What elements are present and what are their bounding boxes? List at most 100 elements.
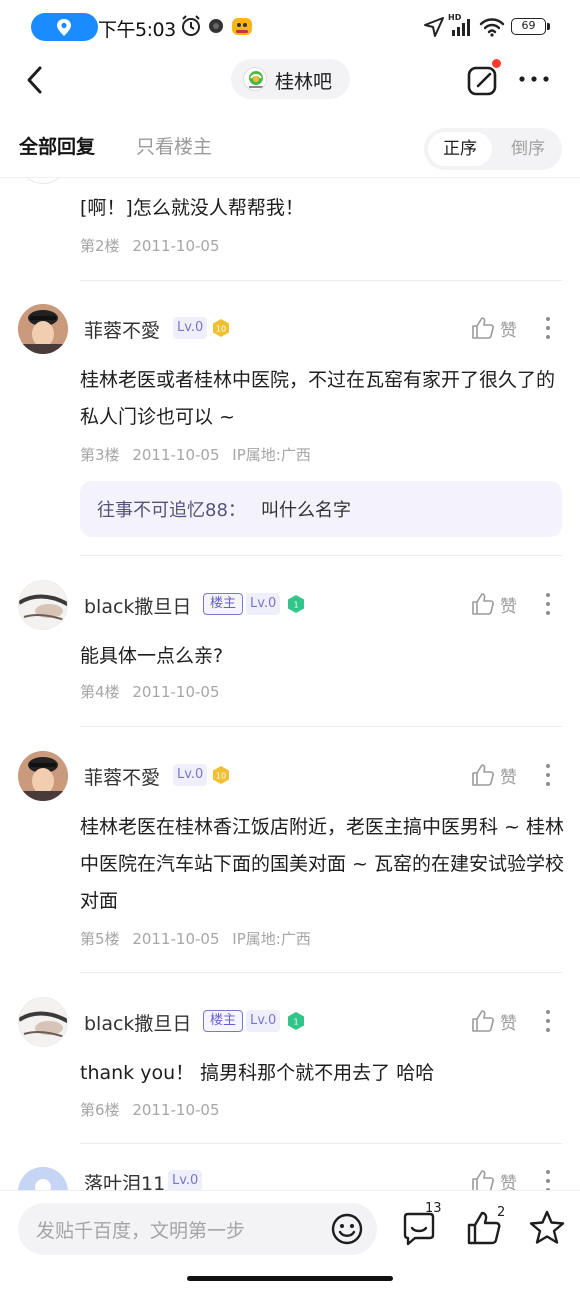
like-count: 2 — [497, 1205, 506, 1220]
ip-location: IP属地:广西 — [232, 930, 311, 948]
avatar[interactable] — [18, 178, 68, 184]
kebab-menu-icon[interactable] — [544, 592, 552, 616]
op-badge: 楼主 — [203, 1010, 244, 1032]
forum-name: 桂林吧 — [275, 71, 333, 93]
op-badge: 楼主 — [203, 593, 244, 615]
tab-all-replies[interactable]: 全部回复 — [19, 132, 95, 159]
reply-content: 桂林老医或者桂林中医院，不过在瓦窑有家开了很久了的私人门诊也可以 ~ — [80, 369, 556, 428]
reply-date: 2011-10-05 — [132, 446, 220, 464]
gold-badge-icon: 10 — [213, 319, 229, 337]
avatar-image — [18, 751, 68, 801]
username[interactable]: 落叶泪11 — [84, 1169, 165, 1190]
kebab-menu-icon[interactable] — [544, 1009, 552, 1033]
alarm-icon — [182, 15, 200, 36]
reply-date: 2011-10-05 — [132, 930, 220, 948]
username[interactable]: black撒旦日 — [84, 592, 191, 619]
like-icon[interactable] — [471, 316, 495, 340]
avatar-image — [19, 581, 67, 629]
avatar[interactable] — [18, 304, 68, 354]
nav-bar: 桂林吧 — [0, 54, 580, 106]
like-icon[interactable] — [471, 592, 495, 616]
green-badge-icon: 1 — [288, 1012, 304, 1030]
username[interactable]: black撒旦日 — [84, 1009, 191, 1036]
forum-chip[interactable]: 桂林吧 — [231, 59, 350, 99]
reply-list[interactable]: [啊！]怎么就没人帮帮我！ 第2楼 2011-10-05 菲蓉不愛 Lv.0 1… — [0, 178, 580, 1190]
reply-date: 2011-10-05 — [132, 1101, 220, 1119]
username[interactable]: 菲蓉不愛 — [84, 763, 160, 790]
star-icon[interactable] — [528, 1209, 566, 1247]
level-badge: Lv.0 — [246, 593, 281, 615]
level-badge: Lv.0 — [246, 1010, 281, 1032]
comment-count: 13 — [425, 1201, 442, 1216]
divider — [80, 555, 562, 556]
floor-number: 第5楼 — [80, 930, 120, 948]
badge-number: 1 — [293, 1018, 298, 1027]
divider — [80, 972, 562, 973]
location-pin-icon — [57, 19, 71, 36]
forum-logo — [243, 67, 267, 91]
back-button[interactable] — [20, 62, 52, 98]
username[interactable]: 菲蓉不愛 — [84, 316, 160, 343]
kebab-menu-icon[interactable] — [544, 1169, 552, 1190]
avatar[interactable] — [18, 751, 68, 801]
level-honor-badge: 10 — [211, 318, 231, 338]
badge-number: 10 — [216, 325, 226, 334]
reply-content: 桂林老医在桂林香江饭店附近，老医主搞中医男科 ~ 桂林中医院在汽车站下面的国美对… — [80, 816, 565, 912]
app-notification-icon — [209, 19, 223, 33]
reply-meta: 第2楼 2011-10-05 — [80, 235, 228, 256]
order-asc-button[interactable]: 正序 — [428, 132, 492, 166]
avatar[interactable] — [18, 580, 68, 630]
tab-op-only[interactable]: 只看楼主 — [136, 132, 212, 159]
like-label[interactable]: 赞 — [500, 763, 517, 788]
order-desc-button[interactable]: 倒序 — [498, 132, 558, 166]
reply-meta: 第3楼 2011-10-05 IP属地:广西 — [80, 444, 319, 465]
bottom-bar: 发贴千百度，文明第一步 13 2 — [0, 1190, 580, 1289]
like-label[interactable]: 赞 — [500, 1169, 517, 1190]
divider — [80, 1143, 562, 1144]
emoji-button[interactable] — [330, 1212, 364, 1246]
navigation-arrow-icon — [424, 17, 444, 37]
reply-input[interactable]: 发贴千百度，文明第一步 — [18, 1203, 377, 1255]
badge-number: 10 — [216, 772, 226, 781]
like-label[interactable]: 赞 — [500, 316, 517, 341]
sort-order-toggle: 正序 倒序 — [424, 128, 562, 170]
reply-content: [啊！]怎么就没人帮帮我！ — [80, 197, 304, 219]
level-honor-badge: 1 — [286, 1011, 306, 1031]
sub-reply-user[interactable]: 往事不可追忆88： — [97, 496, 246, 522]
avatar[interactable] — [18, 997, 68, 1047]
home-indicator[interactable] — [187, 1276, 393, 1281]
reply-content: 能具体一点么亲? — [80, 645, 224, 667]
ip-location: IP属地:广西 — [232, 446, 311, 464]
level-honor-badge: 10 — [211, 765, 231, 785]
like-label[interactable]: 赞 — [500, 592, 517, 617]
sub-reply[interactable]: 往事不可追忆88： 叫什么名字 — [80, 481, 562, 537]
kebab-menu-icon[interactable] — [544, 763, 552, 787]
status-bar: 下午5:03 HD 69 — [0, 0, 580, 54]
more-options-button[interactable] — [518, 74, 550, 84]
badge-number: 1 — [293, 601, 298, 610]
reply-content: thank you！ 搞男科那个就不用去了 哈哈 — [80, 1062, 435, 1084]
floor-number: 第6楼 — [80, 1101, 120, 1119]
default-avatar-icon — [18, 1167, 68, 1190]
floor-number: 第3楼 — [80, 446, 120, 464]
like-icon[interactable] — [471, 1009, 495, 1033]
reply-date: 2011-10-05 — [132, 683, 220, 701]
like-icon[interactable] — [471, 763, 495, 787]
gold-badge-icon: 10 — [213, 766, 229, 784]
avatar-image — [19, 998, 67, 1046]
sub-reply-text: 叫什么名字 — [261, 500, 351, 521]
reply-meta: 第4楼 2011-10-05 — [80, 681, 228, 702]
avatar[interactable] — [18, 1167, 68, 1190]
reply-date: 2011-10-05 — [132, 237, 220, 255]
reply-meta: 第6楼 2011-10-05 — [80, 1099, 228, 1120]
reply-meta: 第5楼 2011-10-05 IP属地:广西 — [80, 928, 319, 949]
status-time: 下午5:03 — [98, 19, 176, 41]
tab-bar: 全部回复 只看楼主 正序 倒序 — [0, 106, 580, 178]
green-badge-icon: 1 — [288, 595, 304, 613]
level-badge: Lv.0 — [168, 1170, 203, 1190]
game-app-icon — [232, 18, 252, 35]
kebab-menu-icon[interactable] — [544, 316, 552, 340]
like-label[interactable]: 赞 — [500, 1009, 517, 1034]
like-icon[interactable] — [471, 1169, 495, 1190]
location-indicator — [31, 13, 98, 41]
